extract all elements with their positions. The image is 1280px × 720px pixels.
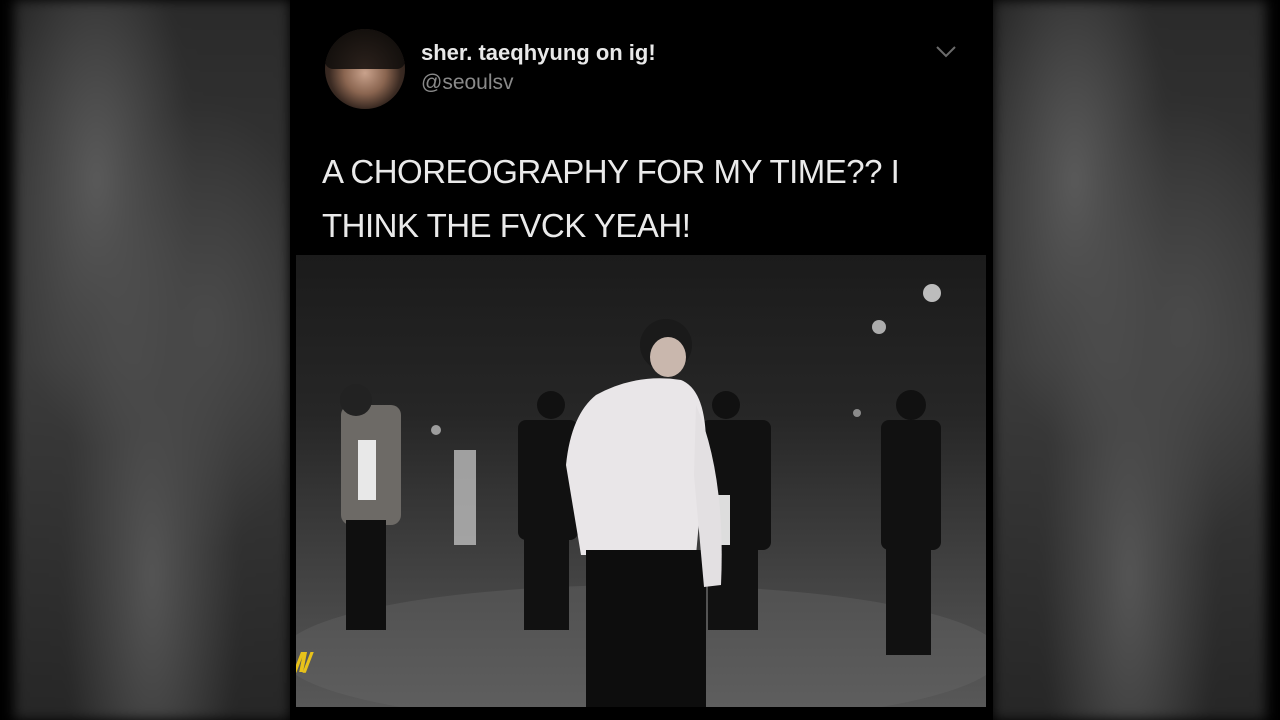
- video-watermark-logo: /l/: [296, 647, 311, 678]
- tweet-video[interactable]: /l/: [296, 255, 986, 707]
- blurred-background-right: [993, 0, 1266, 720]
- profile-avatar[interactable]: [325, 29, 405, 109]
- display-name[interactable]: sher. taeqhyung on ig!: [421, 40, 656, 66]
- tweet-card: sher. taeqhyung on ig! @seoulsv A CHOREO…: [290, 0, 993, 720]
- chevron-down-icon[interactable]: [935, 44, 957, 60]
- tweet-text: A CHOREOGRAPHY FOR MY TIME?? I THINK THE…: [322, 153, 900, 244]
- blurred-background-left: [14, 0, 290, 720]
- user-handle[interactable]: @seoulsv: [421, 71, 514, 95]
